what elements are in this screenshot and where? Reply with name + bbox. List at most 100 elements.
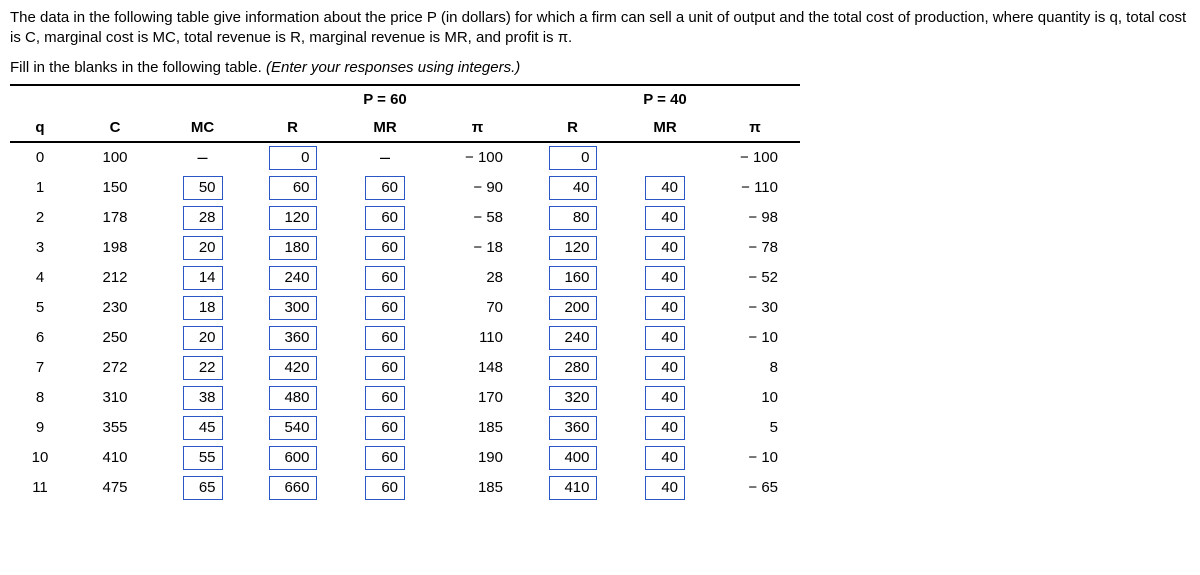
r1-input[interactable]: 120	[269, 206, 317, 230]
mr2-cell: 40	[620, 233, 710, 263]
mr2-input[interactable]: 40	[645, 206, 685, 230]
mc-input[interactable]: 55	[183, 446, 223, 470]
mc-input[interactable]: 65	[183, 476, 223, 500]
r2-input[interactable]: 80	[549, 206, 597, 230]
cell-q: 7	[10, 353, 70, 383]
mr1-input[interactable]: 60	[365, 296, 405, 320]
mc-input[interactable]: 18	[183, 296, 223, 320]
r2-input[interactable]: 280	[549, 356, 597, 380]
mr1-input[interactable]: 60	[365, 416, 405, 440]
cell-pi2: 65	[710, 473, 800, 503]
table-row: 831038480601703204010	[10, 383, 800, 413]
r2-input[interactable]: 320	[549, 386, 597, 410]
r1-input[interactable]: 600	[269, 446, 317, 470]
r1-input[interactable]: 660	[269, 476, 317, 500]
mr2-cell: 40	[620, 383, 710, 413]
mr1-input[interactable]: 60	[365, 206, 405, 230]
r1-cell: 60	[245, 173, 340, 203]
r1-input[interactable]: 360	[269, 326, 317, 350]
r2-input[interactable]: 0	[549, 146, 597, 170]
mc-cell: 65	[160, 473, 245, 503]
mc-input[interactable]: 45	[183, 416, 223, 440]
mc-cell: 55	[160, 443, 245, 473]
cell-q: 1	[10, 173, 70, 203]
r1-cell: 540	[245, 413, 340, 443]
cell-c: 212	[70, 263, 160, 293]
r2-input[interactable]: 410	[549, 476, 597, 500]
cell-q: 6	[10, 323, 70, 353]
r1-input[interactable]: 240	[269, 266, 317, 290]
mr1-input[interactable]: 60	[365, 446, 405, 470]
mr1-input[interactable]: 60	[365, 476, 405, 500]
mc-cell: 28	[160, 203, 245, 233]
mr2-input[interactable]: 40	[645, 476, 685, 500]
r2-input[interactable]: 400	[549, 446, 597, 470]
mr1-input[interactable]: 60	[365, 236, 405, 260]
r1-cell: 360	[245, 323, 340, 353]
mr2-input[interactable]: 40	[645, 236, 685, 260]
mr2-input[interactable]: 40	[645, 386, 685, 410]
cell-c: 355	[70, 413, 160, 443]
mc-input[interactable]: 38	[183, 386, 223, 410]
mc-cell: 50	[160, 173, 245, 203]
table-row: 1147565660601854104065	[10, 473, 800, 503]
mr2-input[interactable]: 40	[645, 266, 685, 290]
mc-cell: 18	[160, 293, 245, 323]
col-mr1: MR	[340, 114, 430, 142]
mr2-input[interactable]: 40	[645, 416, 685, 440]
col-c: C	[70, 114, 160, 142]
mr1-cell: 60	[340, 263, 430, 293]
data-table: P = 60 P = 40 q C MC R MR π R MR π 0100–…	[10, 86, 800, 503]
mr2-input[interactable]: 40	[645, 176, 685, 200]
cell-pi2: 10	[710, 383, 800, 413]
col-r2: R	[525, 114, 620, 142]
cell-pi2: 52	[710, 263, 800, 293]
mr1-input[interactable]: 60	[365, 326, 405, 350]
mc-input[interactable]: 20	[183, 236, 223, 260]
mc-input[interactable]: 14	[183, 266, 223, 290]
cell-pi2: 78	[710, 233, 800, 263]
r1-cell: 660	[245, 473, 340, 503]
instruction-lead: Fill in the blanks in the following tabl…	[10, 59, 266, 76]
mr2-input[interactable]: 40	[645, 326, 685, 350]
r2-input[interactable]: 240	[549, 326, 597, 350]
mr2-input[interactable]: 40	[645, 446, 685, 470]
mr2-cell: 40	[620, 413, 710, 443]
r2-cell: 80	[525, 203, 620, 233]
mc-input[interactable]: 20	[183, 326, 223, 350]
r1-input[interactable]: 420	[269, 356, 317, 380]
r1-input[interactable]: 180	[269, 236, 317, 260]
cell-pi1: 18	[430, 233, 525, 263]
r2-input[interactable]: 40	[549, 176, 597, 200]
table-row: 72722242060148280408	[10, 353, 800, 383]
mr1-input[interactable]: 60	[365, 266, 405, 290]
r1-cell: 600	[245, 443, 340, 473]
r1-cell: 120	[245, 203, 340, 233]
r1-input[interactable]: 480	[269, 386, 317, 410]
mr1-input[interactable]: 60	[365, 356, 405, 380]
r1-input[interactable]: 0	[269, 146, 317, 170]
r1-input[interactable]: 60	[269, 176, 317, 200]
mc-cell: 38	[160, 383, 245, 413]
r2-input[interactable]: 200	[549, 296, 597, 320]
cell-q: 10	[10, 443, 70, 473]
mr2-input[interactable]: 40	[645, 356, 685, 380]
r1-cell: 180	[245, 233, 340, 263]
mr2-cell: 40	[620, 263, 710, 293]
r1-cell: 420	[245, 353, 340, 383]
mc-input[interactable]: 28	[183, 206, 223, 230]
r2-input[interactable]: 360	[549, 416, 597, 440]
cell-c: 178	[70, 203, 160, 233]
r1-input[interactable]: 300	[269, 296, 317, 320]
mr2-input[interactable]: 40	[645, 296, 685, 320]
mc-input[interactable]: 22	[183, 356, 223, 380]
cell-c: 250	[70, 323, 160, 353]
cell-pi2: 10	[710, 443, 800, 473]
mr1-input[interactable]: 60	[365, 176, 405, 200]
mr1-input[interactable]: 60	[365, 386, 405, 410]
r1-input[interactable]: 540	[269, 416, 317, 440]
r2-input[interactable]: 120	[549, 236, 597, 260]
mc-input[interactable]: 50	[183, 176, 223, 200]
r2-cell: 240	[525, 323, 620, 353]
r2-input[interactable]: 160	[549, 266, 597, 290]
